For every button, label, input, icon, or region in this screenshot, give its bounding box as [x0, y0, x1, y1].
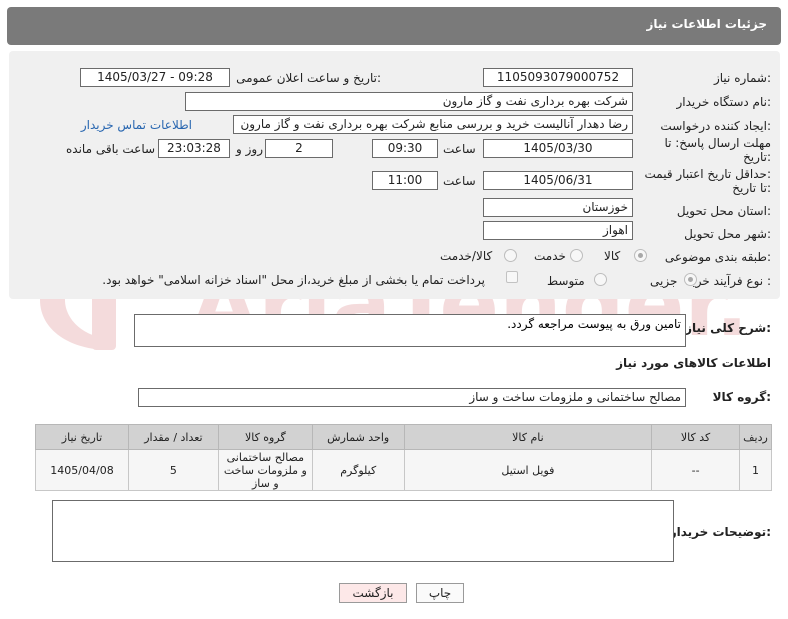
price-time-label: ساعت	[443, 174, 476, 188]
goods-group-label: گروه کالا:	[712, 390, 771, 404]
col-quantity: تعداد / مقدار	[128, 424, 219, 450]
back-button[interactable]: بازگشت	[339, 583, 407, 603]
process-radio-minor[interactable]	[684, 273, 697, 286]
cell-item-code: --	[651, 449, 741, 491]
cell-row-number: 1	[739, 449, 772, 491]
payment-note: پرداخت تمام یا بخشی از مبلغ خرید،از محل …	[102, 273, 485, 287]
remaining-time-field[interactable]: 23:03:28	[158, 139, 230, 158]
cell-quantity: 5	[128, 449, 219, 491]
cell-need-date: 1405/04/08	[35, 449, 129, 491]
reply-date-field[interactable]: 1405/03/30	[483, 139, 633, 158]
description-textarea[interactable]: تامین ورق به پیوست مراجعه گردد.	[134, 314, 686, 347]
reply-time-field[interactable]: 09:30	[372, 139, 438, 158]
buyer-org-label: نام دستگاه خریدار:	[676, 95, 772, 109]
description-label: شرح کلی نیاز:	[685, 321, 771, 335]
category-option-goods: کالا	[604, 249, 621, 263]
days-field[interactable]: 2	[265, 139, 333, 158]
col-row-number: ردیف	[739, 424, 772, 450]
category-option-service: خدمت	[534, 249, 566, 263]
payment-checkbox[interactable]	[506, 271, 518, 283]
creator-label: ایجاد کننده درخواست:	[660, 119, 771, 133]
announce-field[interactable]: 1405/03/27 - 09:28	[80, 68, 230, 87]
col-item-group: گروه کالا	[217, 424, 313, 450]
cell-item-name: فویل استیل	[403, 449, 653, 491]
reply-deadline-label-line1: مهلت ارسال پاسخ: تا	[664, 136, 771, 150]
category-radio-goods[interactable]	[634, 249, 647, 262]
process-option-medium: متوسط	[547, 274, 585, 288]
goods-group-field[interactable]: مصالح ساختمانی و ملزومات ساخت و ساز	[138, 388, 686, 407]
buyer-notes-wrapper	[52, 500, 674, 562]
price-deadline-label-line1: حداقل تاریخ اعتبار قیمت:	[644, 167, 771, 181]
remaining-label: ساعت باقی مانده	[66, 142, 156, 156]
price-deadline-label: حداقل تاریخ اعتبار قیمت: تا تاریخ:	[644, 167, 771, 195]
process-option-minor: جزیی	[650, 274, 678, 288]
buyer-contact-link[interactable]: اطلاعات تماس خریدار	[81, 118, 192, 132]
process-radio-medium[interactable]	[594, 273, 607, 286]
page-header: جزئیات اطلاعات نیاز	[7, 7, 781, 45]
buyer-notes-label: توضیحات خریدار:	[669, 525, 771, 539]
price-deadline-label-line2: تا تاریخ:	[732, 181, 771, 195]
table-header-row: ردیف کد کالا نام کالا واحد شمارش گروه کا…	[35, 424, 772, 450]
print-button[interactable]: چاپ	[416, 583, 464, 603]
category-radio-goods-service[interactable]	[504, 249, 517, 262]
buyer-org-field[interactable]: شرکت بهره برداری نفت و گاز مارون	[185, 92, 633, 111]
items-table: ردیف کد کالا نام کالا واحد شمارش گروه کا…	[35, 424, 772, 491]
reply-deadline-label: مهلت ارسال پاسخ: تا تاریخ:	[664, 136, 771, 164]
days-label: روز و	[236, 142, 263, 156]
city-label: شهر محل تحویل:	[684, 227, 771, 241]
cell-item-group: مصالح ساختمانی و ملزومات ساخت و ساز	[217, 449, 313, 491]
price-time-field[interactable]: 11:00	[372, 171, 438, 190]
reply-time-label: ساعت	[443, 142, 476, 156]
province-field[interactable]: خوزستان	[483, 198, 633, 217]
col-item-code: کد کالا	[651, 424, 741, 450]
category-option-goods-service: کالا/خدمت	[440, 249, 493, 263]
category-label: طبقه بندی موضوعی:	[664, 250, 771, 264]
col-need-date: تاریخ نیاز	[35, 424, 129, 450]
cell-unit: کیلوگرم	[311, 449, 405, 491]
province-label: استان محل تحویل:	[676, 204, 771, 218]
buyer-notes-textarea[interactable]	[52, 500, 674, 562]
reply-deadline-label-line2: تاریخ:	[743, 150, 771, 164]
need-number-label: شماره نیاز:	[713, 71, 771, 85]
category-radio-service[interactable]	[570, 249, 583, 262]
table-row[interactable]: 1 -- فویل استیل کیلوگرم مصالح ساختمانی و…	[35, 449, 772, 491]
need-number-field[interactable]: 1105093079000752	[483, 68, 633, 87]
price-date-field[interactable]: 1405/06/31	[483, 171, 633, 190]
creator-field[interactable]: رضا دهدار آنالیست خرید و بررسی منابع شرک…	[233, 115, 633, 134]
announce-label: تاریخ و ساعت اعلان عمومی:	[236, 71, 381, 85]
goods-section-title: اطلاعات کالاهای مورد نیاز	[616, 356, 771, 370]
city-field[interactable]: اهواز	[483, 221, 633, 240]
process-label: نوع فرآیند خرید :	[686, 274, 771, 288]
col-unit: واحد شمارش	[311, 424, 405, 450]
description-wrapper: تامین ورق به پیوست مراجعه گردد.	[134, 314, 686, 347]
col-item-name: نام کالا	[403, 424, 653, 450]
page-title: جزئیات اطلاعات نیاز	[646, 17, 767, 31]
